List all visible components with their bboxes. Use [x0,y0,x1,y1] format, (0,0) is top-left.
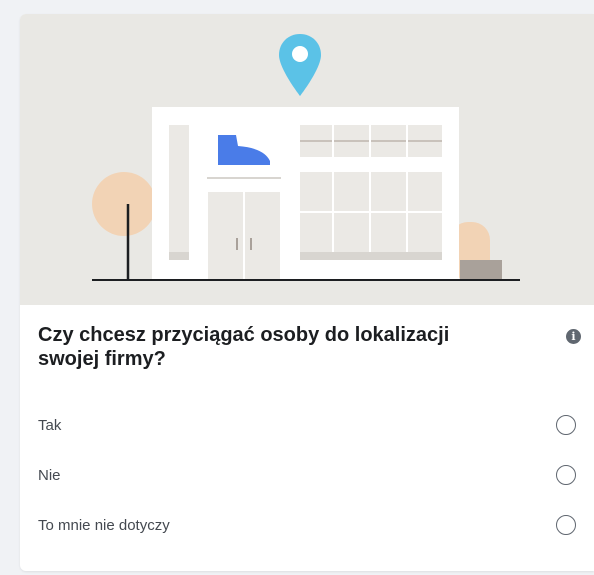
option-label: Tak [38,417,62,434]
radio-button[interactable] [556,465,576,485]
option-nie[interactable]: Nie [20,450,594,500]
radio-button[interactable] [556,515,576,535]
option-label: Nie [38,467,61,484]
storefront-illustration [20,14,594,305]
location-pin-icon [279,34,321,96]
option-label: To mnie nie dotyczy [38,517,170,534]
answer-options: Tak Nie To mnie nie dotyczy [20,400,594,550]
radio-button[interactable] [556,415,576,435]
bush-left [92,172,156,236]
question-card: Czy chcesz przyciągać osoby do lokalizac… [20,14,594,571]
planter [460,260,502,280]
option-not-applicable[interactable]: To mnie nie dotyczy [20,500,594,550]
info-icon[interactable]: i [566,329,581,344]
option-tak[interactable]: Tak [20,400,594,450]
question-title: Czy chcesz przyciągać osoby do lokalizac… [38,324,450,370]
question-row: Czy chcesz przyciągać osoby do lokalizac… [38,323,584,371]
